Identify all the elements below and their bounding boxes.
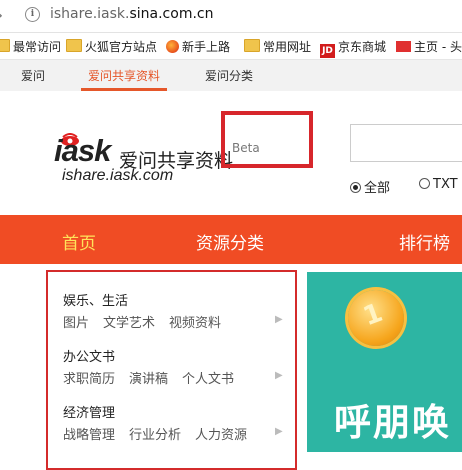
radio-txt[interactable]: TXT	[419, 177, 458, 192]
active-tab-indicator	[81, 88, 167, 91]
url-text[interactable]: ishare.iask.sina.com.cn	[50, 6, 213, 22]
folder-icon	[244, 39, 260, 52]
chevron-right-icon[interactable]: ▶	[275, 370, 283, 381]
nav-categories[interactable]: 资源分类	[196, 229, 264, 254]
category-subs: 求职简历 演讲稿 个人文书	[63, 368, 248, 387]
bookmark-most-visited[interactable]: 最常访问	[0, 38, 61, 55]
site-info-icon[interactable]: i	[25, 7, 40, 22]
category-link[interactable]: 视频资料	[169, 316, 221, 331]
nav-rankings[interactable]: 排行榜	[399, 229, 450, 254]
radio-unselected-icon	[419, 178, 430, 189]
main-nav: 首页 资源分类 排行榜	[0, 215, 462, 264]
banner-text: 呼朋唤	[334, 401, 451, 444]
bookmark-getting-started[interactable]: 新手上路	[166, 38, 230, 55]
category-link[interactable]: 求职简历	[63, 372, 115, 387]
top-subnav: 爱问 爱问共享资料 爱问分类	[0, 60, 462, 91]
category-subs: 战略管理 行业分析 人力资源	[63, 424, 261, 443]
category-title[interactable]: 经济管理	[63, 402, 115, 421]
chevron-right-icon[interactable]: ▶	[275, 426, 283, 437]
category-link[interactable]: 人力资源	[195, 428, 247, 443]
subnav-category[interactable]: 爱问分类	[205, 67, 253, 84]
firefox-icon	[166, 40, 179, 53]
nav-home[interactable]: 首页	[62, 229, 96, 254]
bookmark-firefox-official[interactable]: 火狐官方站点	[66, 38, 157, 55]
subnav-share[interactable]: 爱问共享资料	[88, 67, 160, 84]
category-link[interactable]: 演讲稿	[129, 372, 168, 387]
search-input[interactable]	[350, 124, 462, 162]
address-bar[interactable]: › i ishare.iask.sina.com.cn	[0, 0, 462, 33]
back-arrow-icon[interactable]: ›	[0, 5, 3, 26]
bookmarks-bar: 最常访问 火狐官方站点 新手上路 常用网址 JD 京东商城 主页 - 头	[0, 33, 462, 60]
bookmark-jd[interactable]: JD 京东商城	[320, 38, 386, 58]
bookmark-common-sites[interactable]: 常用网址	[244, 38, 311, 55]
logo-domain: ishare.iask.com	[62, 167, 174, 184]
category-link[interactable]: 文学艺术	[103, 316, 155, 331]
folder-icon	[0, 39, 10, 52]
category-link[interactable]: 行业分析	[129, 428, 181, 443]
beta-highlight-box	[221, 111, 313, 168]
folder-icon	[66, 39, 82, 52]
category-link[interactable]: 战略管理	[63, 428, 115, 443]
category-title[interactable]: 娱乐、生活	[63, 290, 128, 309]
beta-label: Beta	[232, 141, 260, 155]
category-link[interactable]: 个人文书	[182, 372, 234, 387]
category-subs: 图片 文学艺术 视频资料	[63, 312, 235, 331]
category-title[interactable]: 办公文书	[63, 346, 115, 365]
bookmark-home[interactable]: 主页 - 头	[396, 38, 462, 55]
site-icon	[396, 41, 411, 52]
chevron-right-icon[interactable]: ▶	[275, 314, 283, 325]
category-link[interactable]: 图片	[63, 316, 89, 331]
jd-icon: JD	[320, 44, 335, 58]
radio-selected-icon	[350, 182, 361, 193]
radio-all[interactable]: 全部	[350, 177, 390, 196]
logo-wordmark[interactable]: iask	[54, 133, 111, 169]
subnav-iask[interactable]: 爱问	[21, 67, 45, 84]
